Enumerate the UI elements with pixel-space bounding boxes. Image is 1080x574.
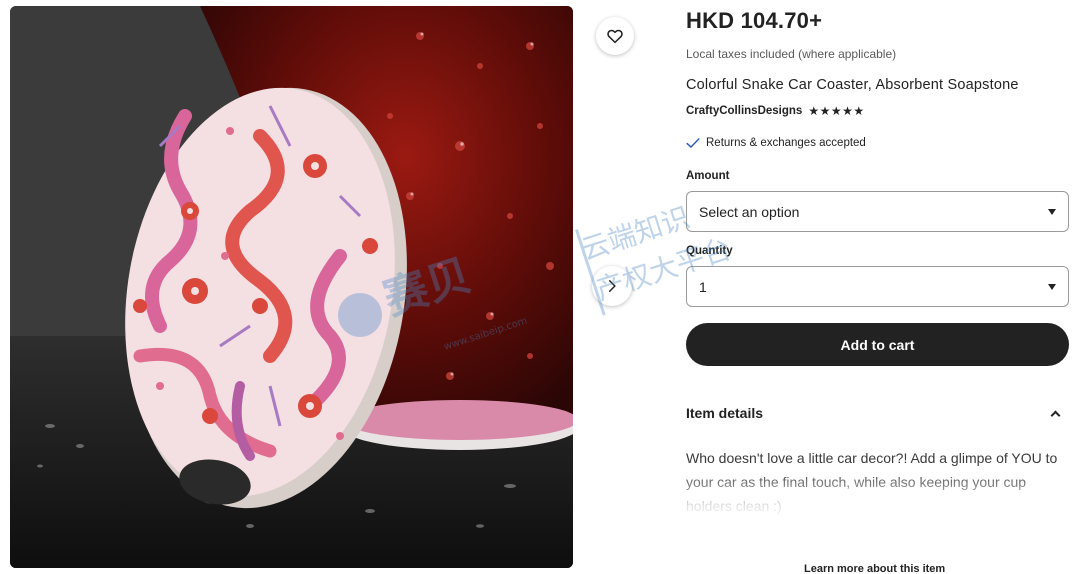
item-description: Who doesn't love a little car decor?! Ad… xyxy=(686,450,1058,514)
product-photo xyxy=(10,6,573,568)
watermark-line1: 云端知识 xyxy=(577,201,694,267)
shop-row: CraftyCollinsDesigns ★★★★★ xyxy=(686,104,865,118)
product-image[interactable] xyxy=(10,6,573,568)
chevron-up-icon xyxy=(1050,410,1061,420)
add-to-cart-button[interactable]: Add to cart xyxy=(686,323,1069,366)
caret-down-icon xyxy=(1048,283,1056,290)
product-title: Colorful Snake Car Coaster, Absorbent So… xyxy=(686,77,1019,93)
chevron-right-icon xyxy=(608,280,616,292)
next-image-button[interactable] xyxy=(592,266,632,306)
quantity-select-value: 1 xyxy=(699,278,707,295)
quantity-label: Quantity xyxy=(686,245,733,257)
checkmark-icon xyxy=(686,138,700,148)
quantity-select[interactable]: 1 xyxy=(686,266,1069,307)
tax-note: Local taxes included (where applicable) xyxy=(686,47,897,61)
amount-label: Amount xyxy=(686,170,730,182)
heart-icon xyxy=(607,29,623,44)
caret-down-icon xyxy=(1048,208,1056,215)
amount-select[interactable]: Select an option xyxy=(686,191,1069,232)
item-details-title: Item details xyxy=(686,405,764,421)
learn-more-link[interactable]: Learn more about this item xyxy=(804,563,945,574)
rating-stars[interactable]: ★★★★★ xyxy=(808,104,864,118)
returns-text: Returns & exchanges accepted xyxy=(706,137,866,149)
shop-name-link[interactable]: CraftyCollinsDesigns xyxy=(686,105,802,117)
item-details-toggle[interactable]: Item details xyxy=(686,401,1069,425)
favorite-button[interactable] xyxy=(596,17,634,55)
returns-policy: Returns & exchanges accepted xyxy=(686,137,866,149)
amount-select-value: Select an option xyxy=(699,203,800,220)
product-price: HKD 104.70+ xyxy=(686,8,823,33)
